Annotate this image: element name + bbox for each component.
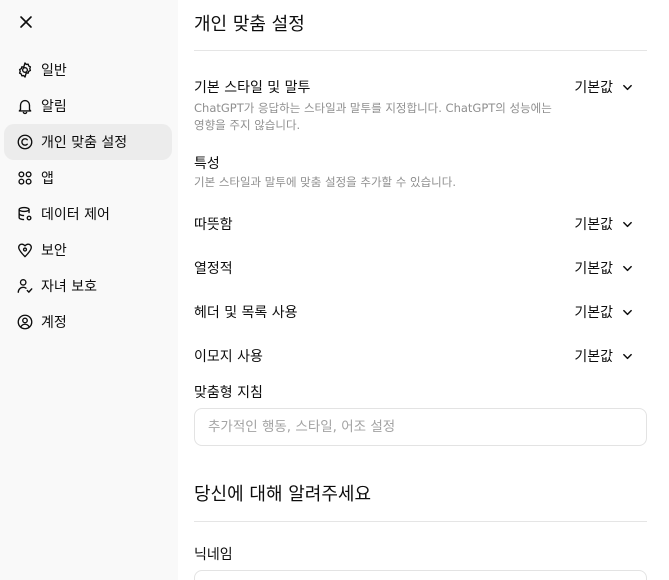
- nickname-label: 닉네임: [194, 547, 233, 563]
- parental-controls-icon: [15, 276, 35, 296]
- chevron-down-icon: [623, 353, 632, 359]
- emoji-dropdown[interactable]: 기본값: [574, 346, 633, 366]
- sidebar-item-label: 개인 맞춤 설정: [41, 135, 128, 151]
- personalization-icon: [15, 132, 35, 152]
- sidebar-item-general[interactable]: 일반: [4, 52, 172, 88]
- chevron-down-icon: [623, 309, 632, 315]
- divider: [194, 521, 647, 522]
- page-title: 개인 맞춤 설정: [194, 14, 305, 35]
- headers-lists-value: 기본값: [574, 305, 613, 321]
- close-icon: [20, 16, 32, 28]
- database-icon: [15, 204, 35, 224]
- base-style-description: ChatGPT가 응답하는 스타일과 말투를 지정합니다. ChatGPT의 성…: [194, 101, 552, 132]
- headers-lists-dropdown[interactable]: 기본값: [574, 302, 633, 322]
- emoji-row: 이모지 사용 기본값: [194, 346, 647, 366]
- traits-description: 기본 스타일과 말투에 맞춤 설정을 추가할 수 있습니다.: [194, 175, 457, 189]
- bell-icon: [15, 96, 35, 116]
- shield-icon: [15, 240, 35, 260]
- base-style-value: 기본값: [574, 80, 613, 96]
- custom-instructions-input[interactable]: [194, 408, 647, 446]
- nickname-input[interactable]: [194, 570, 647, 580]
- base-style-row: 기본 스타일 및 말투 ChatGPT가 응답하는 스타일과 말투를 지정합니다…: [194, 77, 647, 134]
- settings-sidebar: 일반 알림 개인 맞춤 설정 앱 데이터 제어 보안 자녀 보호 계정: [0, 0, 178, 580]
- gear-icon: [15, 60, 35, 80]
- sidebar-item-personalization[interactable]: 개인 맞춤 설정: [4, 124, 172, 160]
- sidebar-item-apps[interactable]: 앱: [4, 160, 172, 196]
- settings-nav: 일반 알림 개인 맞춤 설정 앱 데이터 제어 보안 자녀 보호 계정: [4, 52, 172, 340]
- sidebar-item-label: 앱: [41, 171, 54, 187]
- chevron-down-icon: [623, 265, 632, 271]
- sidebar-item-parental-controls[interactable]: 자녀 보호: [4, 268, 172, 304]
- enthusiasm-row: 열정적 기본값: [194, 258, 647, 278]
- sidebar-item-label: 자녀 보호: [41, 279, 97, 295]
- enthusiasm-value: 기본값: [574, 261, 613, 277]
- emoji-value: 기본값: [574, 349, 613, 365]
- chevron-down-icon: [623, 221, 632, 227]
- custom-instructions-label: 맞춤형 지침: [194, 385, 263, 401]
- nickname-row: 닉네임: [194, 544, 647, 564]
- enthusiasm-dropdown[interactable]: 기본값: [574, 258, 633, 278]
- sidebar-item-security[interactable]: 보안: [4, 232, 172, 268]
- about-you-title: 당신에 대해 알려주세요: [194, 484, 372, 505]
- divider: [194, 50, 647, 51]
- close-button[interactable]: [14, 10, 38, 34]
- traits-row: 특성 기본 스타일과 말투에 맞춤 설정을 추가할 수 있습니다.: [194, 153, 647, 191]
- sidebar-item-data-controls[interactable]: 데이터 제어: [4, 196, 172, 232]
- sidebar-item-label: 데이터 제어: [41, 207, 110, 223]
- sidebar-item-label: 보안: [41, 243, 67, 259]
- headers-lists-row: 헤더 및 목록 사용 기본값: [194, 302, 647, 322]
- custom-instructions-row: 맞춤형 지침: [194, 382, 647, 402]
- warmth-row: 따뜻함 기본값: [194, 214, 647, 234]
- sidebar-item-label: 일반: [41, 63, 67, 79]
- warmth-dropdown[interactable]: 기본값: [574, 214, 633, 234]
- traits-label: 특성: [194, 156, 220, 172]
- base-style-dropdown[interactable]: 기본값: [574, 77, 633, 97]
- sidebar-item-notifications[interactable]: 알림: [4, 88, 172, 124]
- sidebar-item-label: 계정: [41, 315, 67, 331]
- account-icon: [15, 312, 35, 332]
- sidebar-item-account[interactable]: 계정: [4, 304, 172, 340]
- sidebar-item-label: 알림: [41, 99, 67, 115]
- personalization-panel: 개인 맞춤 설정 기본 스타일 및 말투 ChatGPT가 응답하는 스타일과 …: [194, 0, 647, 580]
- apps-grid-icon: [15, 168, 35, 188]
- warmth-value: 기본값: [574, 217, 613, 233]
- chevron-down-icon: [623, 84, 632, 90]
